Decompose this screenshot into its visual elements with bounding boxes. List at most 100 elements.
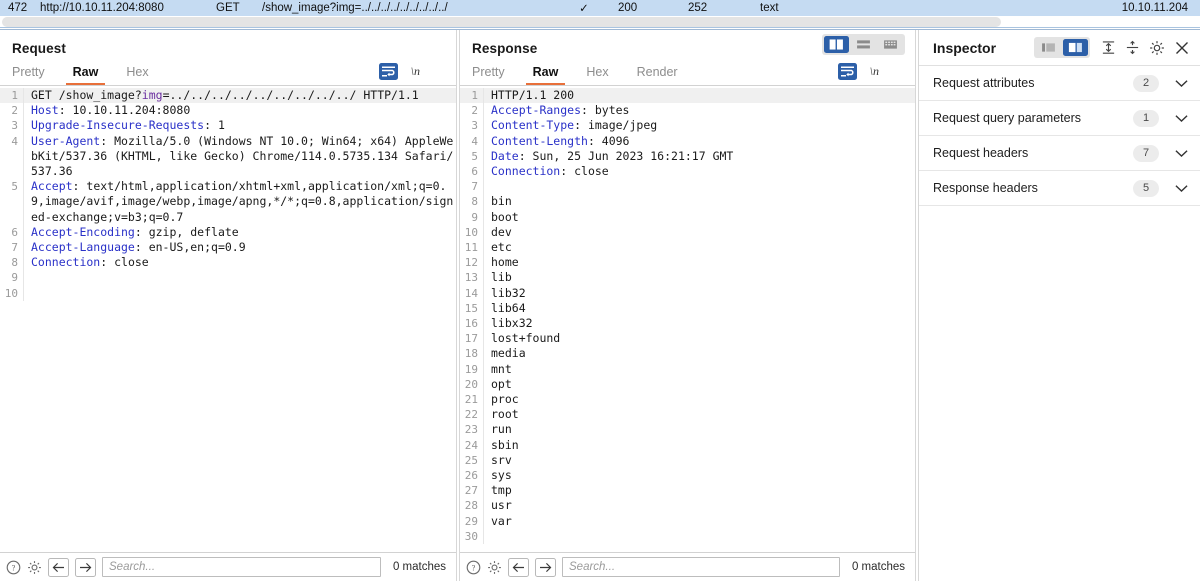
gear-icon[interactable]: [487, 560, 502, 575]
history-cell-edited-checkmark: ✓: [579, 3, 589, 15]
code-span: lib32: [491, 285, 526, 300]
help-icon[interactable]: ?: [466, 560, 481, 575]
line-number: 22: [460, 407, 484, 423]
line-number: 25: [460, 452, 484, 469]
side-by-side-layout-icon[interactable]: [824, 36, 849, 53]
tab-response-render[interactable]: Render: [637, 65, 678, 84]
code-line: 13 lib: [460, 270, 915, 286]
stacked-layout-icon[interactable]: [851, 36, 876, 53]
code-span: : image/jpeg: [574, 118, 658, 133]
inspector-section-count: 5: [1133, 179, 1159, 197]
code-line: 7: [460, 179, 915, 195]
expand-all-icon[interactable]: [1101, 40, 1116, 55]
search-next-button[interactable]: [535, 557, 556, 577]
response-editor[interactable]: 1 HTTP/1.1 200 2 Accept-Ranges: bytes 3 Conte…: [460, 86, 915, 552]
proxy-history-strip: 472 http://10.10.11.204:8080 GET /show_i…: [0, 0, 1200, 30]
gear-icon[interactable]: [1149, 40, 1165, 56]
close-icon[interactable]: [1174, 40, 1190, 56]
svg-text:?: ?: [472, 563, 476, 572]
inspector-section-response-headers[interactable]: Response headers 5: [919, 171, 1200, 206]
code-line: 5 Accept: text/html,application/xhtml+xml…: [0, 179, 456, 225]
chevron-down-icon[interactable]: [1175, 149, 1188, 158]
inspector-dock-toggle-group: [1034, 37, 1090, 58]
code-span: media: [491, 346, 526, 361]
show-newlines-icon[interactable]: \n: [870, 64, 879, 79]
history-cell-mime: text: [760, 2, 779, 14]
tab-response-raw[interactable]: Raw: [525, 65, 565, 85]
inspector-section-request-query-parameters[interactable]: Request query parameters 1: [919, 101, 1200, 136]
search-prev-button[interactable]: [48, 557, 69, 577]
query-param-name: img: [141, 88, 163, 102]
request-search-input[interactable]: [102, 557, 381, 577]
code-span: : close: [560, 164, 609, 179]
line-number: 5: [460, 148, 484, 165]
response-search-input[interactable]: [562, 557, 840, 577]
code-text: opt: [484, 377, 512, 392]
code-text: tmp: [484, 483, 512, 498]
response-match-count: 0 matches: [851, 561, 905, 573]
tab-request-hex[interactable]: Hex: [126, 65, 148, 84]
word-wrap-icon[interactable]: [837, 62, 857, 80]
request-editor[interactable]: 1 GET /show_image?img=../../../../../../.…: [0, 86, 456, 552]
code-text: usr: [484, 498, 512, 513]
inspector-section-request-attributes[interactable]: Request attributes 2: [919, 66, 1200, 101]
header-name: Accept-Ranges: [491, 103, 582, 118]
code-span: : en-US,en;q=0.9: [134, 240, 246, 255]
tab-request-raw[interactable]: Raw: [65, 65, 105, 85]
inspector-section-request-headers[interactable]: Request headers 7: [919, 136, 1200, 171]
header-name: Content-Length: [491, 133, 588, 148]
request-menu-icon[interactable]: [433, 66, 448, 77]
header-name: Content-Type: [491, 118, 575, 133]
code-line: 28 usr: [460, 498, 915, 514]
tab-request-pretty[interactable]: Pretty: [12, 65, 45, 84]
inspector-section-count: 2: [1133, 74, 1159, 92]
code-span: : Sun, 25 Jun 2023 16:21:17 GMT: [518, 148, 734, 163]
collapse-all-icon[interactable]: [1125, 40, 1140, 55]
code-line: 2 Host: 10.10.11.204:8080: [0, 103, 456, 119]
code-text: mnt: [484, 362, 512, 377]
history-cell-ip: 10.10.11.204: [1121, 2, 1188, 14]
code-span: : gzip, deflate: [134, 224, 239, 239]
chevron-down-icon[interactable]: [1175, 114, 1188, 123]
code-text: boot: [484, 210, 519, 225]
history-scrollbar-thumb[interactable]: [2, 17, 1001, 27]
response-tabbar: Pretty Raw Hex Render \n: [460, 60, 915, 86]
show-newlines-icon[interactable]: \n: [411, 64, 420, 79]
line-number: 4: [0, 133, 24, 180]
response-menu-icon[interactable]: [892, 66, 907, 77]
gear-icon[interactable]: [27, 560, 42, 575]
search-next-button[interactable]: [75, 557, 96, 577]
line-number: 29: [460, 513, 484, 529]
inspector-docked-left-icon[interactable]: [1036, 39, 1061, 56]
chevron-down-icon[interactable]: [1175, 184, 1188, 193]
line-number: 9: [0, 270, 24, 286]
search-prev-button[interactable]: [508, 557, 529, 577]
code-span: tmp: [491, 483, 512, 498]
code-text: Upgrade-Insecure-Requests: 1: [24, 118, 225, 133]
code-line: 8 bin: [460, 194, 915, 210]
chevron-down-icon[interactable]: [1175, 79, 1188, 88]
line-number: 2: [460, 103, 484, 119]
code-span: =../../../../../../../../../ HTTP/1.1: [162, 88, 419, 102]
line-number: 23: [460, 422, 484, 438]
help-icon[interactable]: ?: [6, 560, 21, 575]
code-span: : 4096: [587, 133, 630, 148]
code-text: dev: [484, 225, 512, 240]
request-tab-tools: \n: [378, 62, 448, 83]
history-horizontal-scrollbar[interactable]: [0, 16, 1200, 28]
line-number: 28: [460, 498, 484, 514]
line-number: 1: [460, 88, 484, 104]
code-line: 9 boot: [460, 209, 915, 225]
code-line: 11 etc: [460, 240, 915, 256]
tabbed-layout-icon[interactable]: [878, 36, 903, 53]
code-line: 2 Accept-Ranges: bytes: [460, 103, 915, 119]
word-wrap-icon[interactable]: [378, 62, 398, 80]
history-row-selected[interactable]: 472 http://10.10.11.204:8080 GET /show_i…: [0, 0, 1200, 16]
header-name: Host: [31, 103, 59, 118]
tab-response-hex[interactable]: Hex: [586, 65, 608, 84]
line-number: 12: [460, 255, 484, 271]
tab-response-pretty[interactable]: Pretty: [472, 65, 505, 84]
inspector-docked-right-icon[interactable]: [1063, 39, 1088, 56]
code-line: 22 root: [460, 407, 915, 423]
